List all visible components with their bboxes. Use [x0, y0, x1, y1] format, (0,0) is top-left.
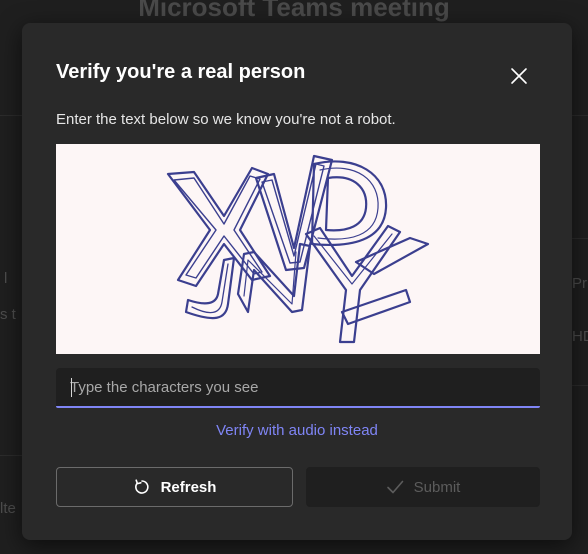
- captcha-input[interactable]: [56, 368, 540, 406]
- captcha-input-field[interactable]: [56, 368, 540, 408]
- background-text: s t: [0, 306, 16, 323]
- close-button[interactable]: [506, 63, 532, 89]
- background-divider: [0, 455, 22, 456]
- verify-audio-link[interactable]: Verify with audio instead: [22, 422, 572, 439]
- captcha-graphic: [166, 154, 430, 344]
- background-divider: [572, 385, 588, 386]
- captcha-dialog: Verify you're a real person Enter the te…: [22, 23, 572, 540]
- refresh-icon: [134, 479, 149, 494]
- background-text: lte: [0, 500, 16, 517]
- text-caret: [71, 378, 72, 397]
- refresh-button[interactable]: Refresh: [56, 467, 293, 507]
- background-divider: [572, 238, 588, 239]
- background-text: HD: [572, 328, 588, 345]
- close-icon: [511, 68, 527, 84]
- background-divider: [0, 115, 22, 116]
- background-divider: [572, 115, 588, 116]
- dialog-description: Enter the text below so we know you're n…: [56, 111, 396, 128]
- refresh-label: Refresh: [160, 478, 217, 496]
- background-meeting-title: Microsoft Teams meeting: [138, 0, 450, 22]
- dialog-title: Verify you're a real person: [56, 61, 306, 83]
- checkmark-icon: [386, 480, 403, 494]
- submit-label: Submit: [413, 478, 461, 496]
- background-text: l: [4, 270, 8, 287]
- submit-button[interactable]: Submit: [306, 467, 540, 507]
- background-text: Pr: [572, 275, 587, 292]
- captcha-image: [56, 144, 540, 354]
